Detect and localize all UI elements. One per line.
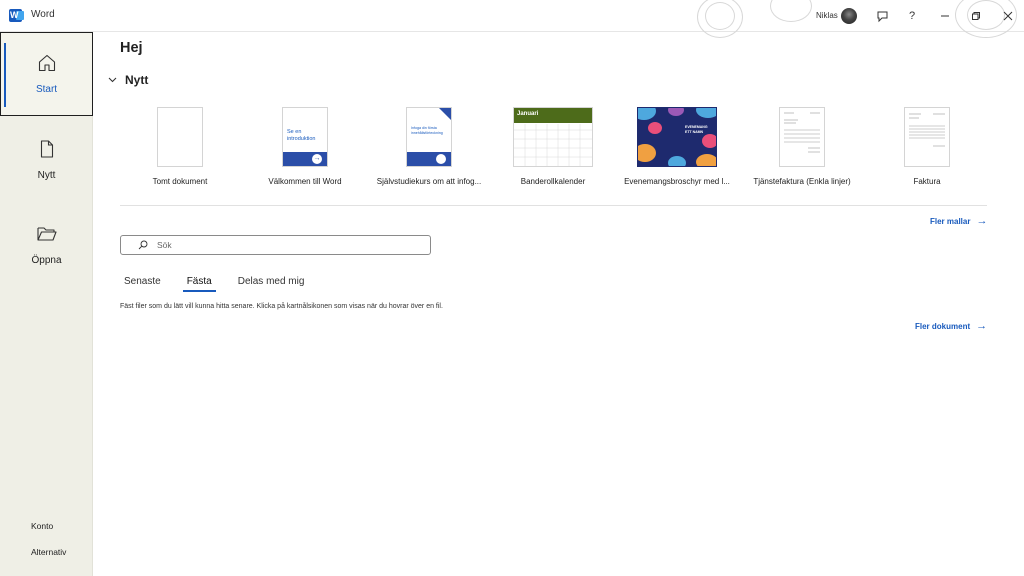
word-logo-icon: W: [9, 9, 24, 22]
nav-label: Öppna: [31, 255, 62, 266]
thumbnail-blob: [638, 144, 656, 162]
tab-pinned[interactable]: Fästa: [182, 276, 216, 292]
new-section-header[interactable]: Nytt: [104, 73, 148, 87]
nav-label: Start: [35, 84, 58, 95]
template-thumbnail: Infoga din första innehållsförteckning: [406, 107, 452, 167]
template-label: Tjänstefaktura (Enkla linjer): [753, 177, 851, 186]
minimize-icon[interactable]: [934, 6, 956, 26]
more-templates-label: Fler mallar: [930, 216, 971, 226]
thumbnail-text: Se en introduktion: [287, 129, 316, 142]
thumbnail-text: Infoga din första innehållsförteckning: [411, 126, 443, 135]
user-name[interactable]: Niklas: [816, 11, 838, 20]
nav-item-open[interactable]: Öppna: [0, 203, 93, 287]
search-placeholder: Sök: [157, 240, 172, 250]
template-thumbnail: Januari: [513, 107, 593, 167]
more-documents-link[interactable]: Fler dokument →: [915, 320, 987, 332]
template-service-invoice[interactable]: Tjänstefaktura (Enkla linjer): [737, 107, 867, 186]
thumbnail-text: EVENEMANG ETT NAMN: [685, 125, 708, 134]
title-bar: W Word Niklas ?: [0, 0, 1024, 38]
search-input[interactable]: Sök: [120, 235, 431, 255]
thumbnail-text: Januari: [517, 111, 539, 117]
pinned-info-text: Fäst filer som du lätt vill kunna hitta …: [120, 303, 443, 310]
avatar[interactable]: [841, 8, 857, 24]
home-icon: [37, 53, 57, 78]
section-divider: [120, 205, 987, 206]
feedback-icon[interactable]: [871, 6, 893, 26]
restore-icon[interactable]: [965, 6, 987, 26]
thumbnail-blob: [668, 108, 684, 116]
nav-item-new[interactable]: Nytt: [0, 118, 93, 202]
arrow-circle-icon: [436, 154, 446, 164]
template-thumbnail: [779, 107, 825, 167]
invoice-preview: [909, 113, 945, 147]
arrow-circle-icon: →: [312, 154, 322, 164]
template-blank-document[interactable]: Tomt dokument: [115, 107, 245, 186]
more-documents-label: Fler dokument: [915, 321, 971, 331]
template-thumbnail: [157, 107, 203, 167]
tab-recent[interactable]: Senaste: [120, 276, 165, 292]
thumbnail-blob: [648, 122, 662, 134]
template-thumbnail: Se en introduktion →: [282, 107, 328, 167]
thumbnail-corner: [439, 108, 451, 120]
template-label: Evenemangsbroschyr med l...: [624, 177, 730, 186]
thumbnail-blob: [696, 108, 716, 118]
tree-ring-decoration: [705, 2, 735, 30]
main-content: Hej Nytt Tomt dokument Se en introduktio…: [94, 32, 1024, 576]
arrow-right-icon: →: [976, 215, 988, 227]
invoice-preview: [784, 112, 820, 153]
tab-shared[interactable]: Delas med mig: [234, 276, 309, 292]
thumbnail-blob: [696, 154, 716, 166]
template-label: Banderollkalender: [520, 177, 586, 186]
template-thumbnail: [904, 107, 950, 167]
template-toc-tutorial[interactable]: Infoga din första innehållsförteckning S…: [364, 107, 494, 186]
folder-open-icon: [36, 224, 58, 249]
file-tabs: Senaste Fästa Delas med mig: [120, 276, 326, 292]
template-label: Tomt dokument: [152, 177, 208, 186]
template-label: Självstudiekurs om att infog...: [376, 177, 482, 186]
thumbnail-blob: [638, 108, 656, 120]
new-document-icon: [37, 139, 57, 164]
calendar-header: Januari: [514, 108, 592, 123]
template-event-brochure[interactable]: EVENEMANG ETT NAMN Evenemangsbroschyr me…: [612, 107, 742, 186]
thumbnail-blob: [668, 156, 686, 166]
chevron-down-icon[interactable]: [104, 73, 120, 87]
tree-ring-decoration: [770, 0, 812, 22]
template-invoice[interactable]: Faktura: [862, 107, 992, 186]
nav-item-options[interactable]: Alternativ: [31, 547, 66, 557]
left-navigation: Start Nytt Öppna Konto Alternativ: [0, 32, 93, 576]
template-banner-calendar[interactable]: Januari Banderollkalender: [488, 107, 618, 186]
thumbnail-blob: [702, 134, 716, 148]
calendar-grid: [514, 124, 592, 166]
more-templates-link[interactable]: Fler mallar →: [930, 215, 987, 227]
template-thumbnail: EVENEMANG ETT NAMN: [637, 107, 717, 167]
search-icon: [138, 240, 148, 250]
nav-item-account[interactable]: Konto: [31, 521, 53, 531]
section-title: Nytt: [125, 73, 149, 87]
page-title: Hej: [120, 40, 143, 56]
arrow-right-icon: →: [976, 320, 988, 332]
nav-label: Nytt: [37, 170, 56, 181]
close-icon[interactable]: [997, 6, 1019, 26]
nav-item-start[interactable]: Start: [0, 32, 93, 116]
template-label: Välkommen till Word: [268, 177, 342, 186]
help-icon[interactable]: ?: [901, 6, 923, 26]
template-welcome[interactable]: Se en introduktion → Välkommen till Word: [240, 107, 370, 186]
app-title: Word: [31, 9, 55, 20]
template-label: Faktura: [913, 177, 941, 186]
